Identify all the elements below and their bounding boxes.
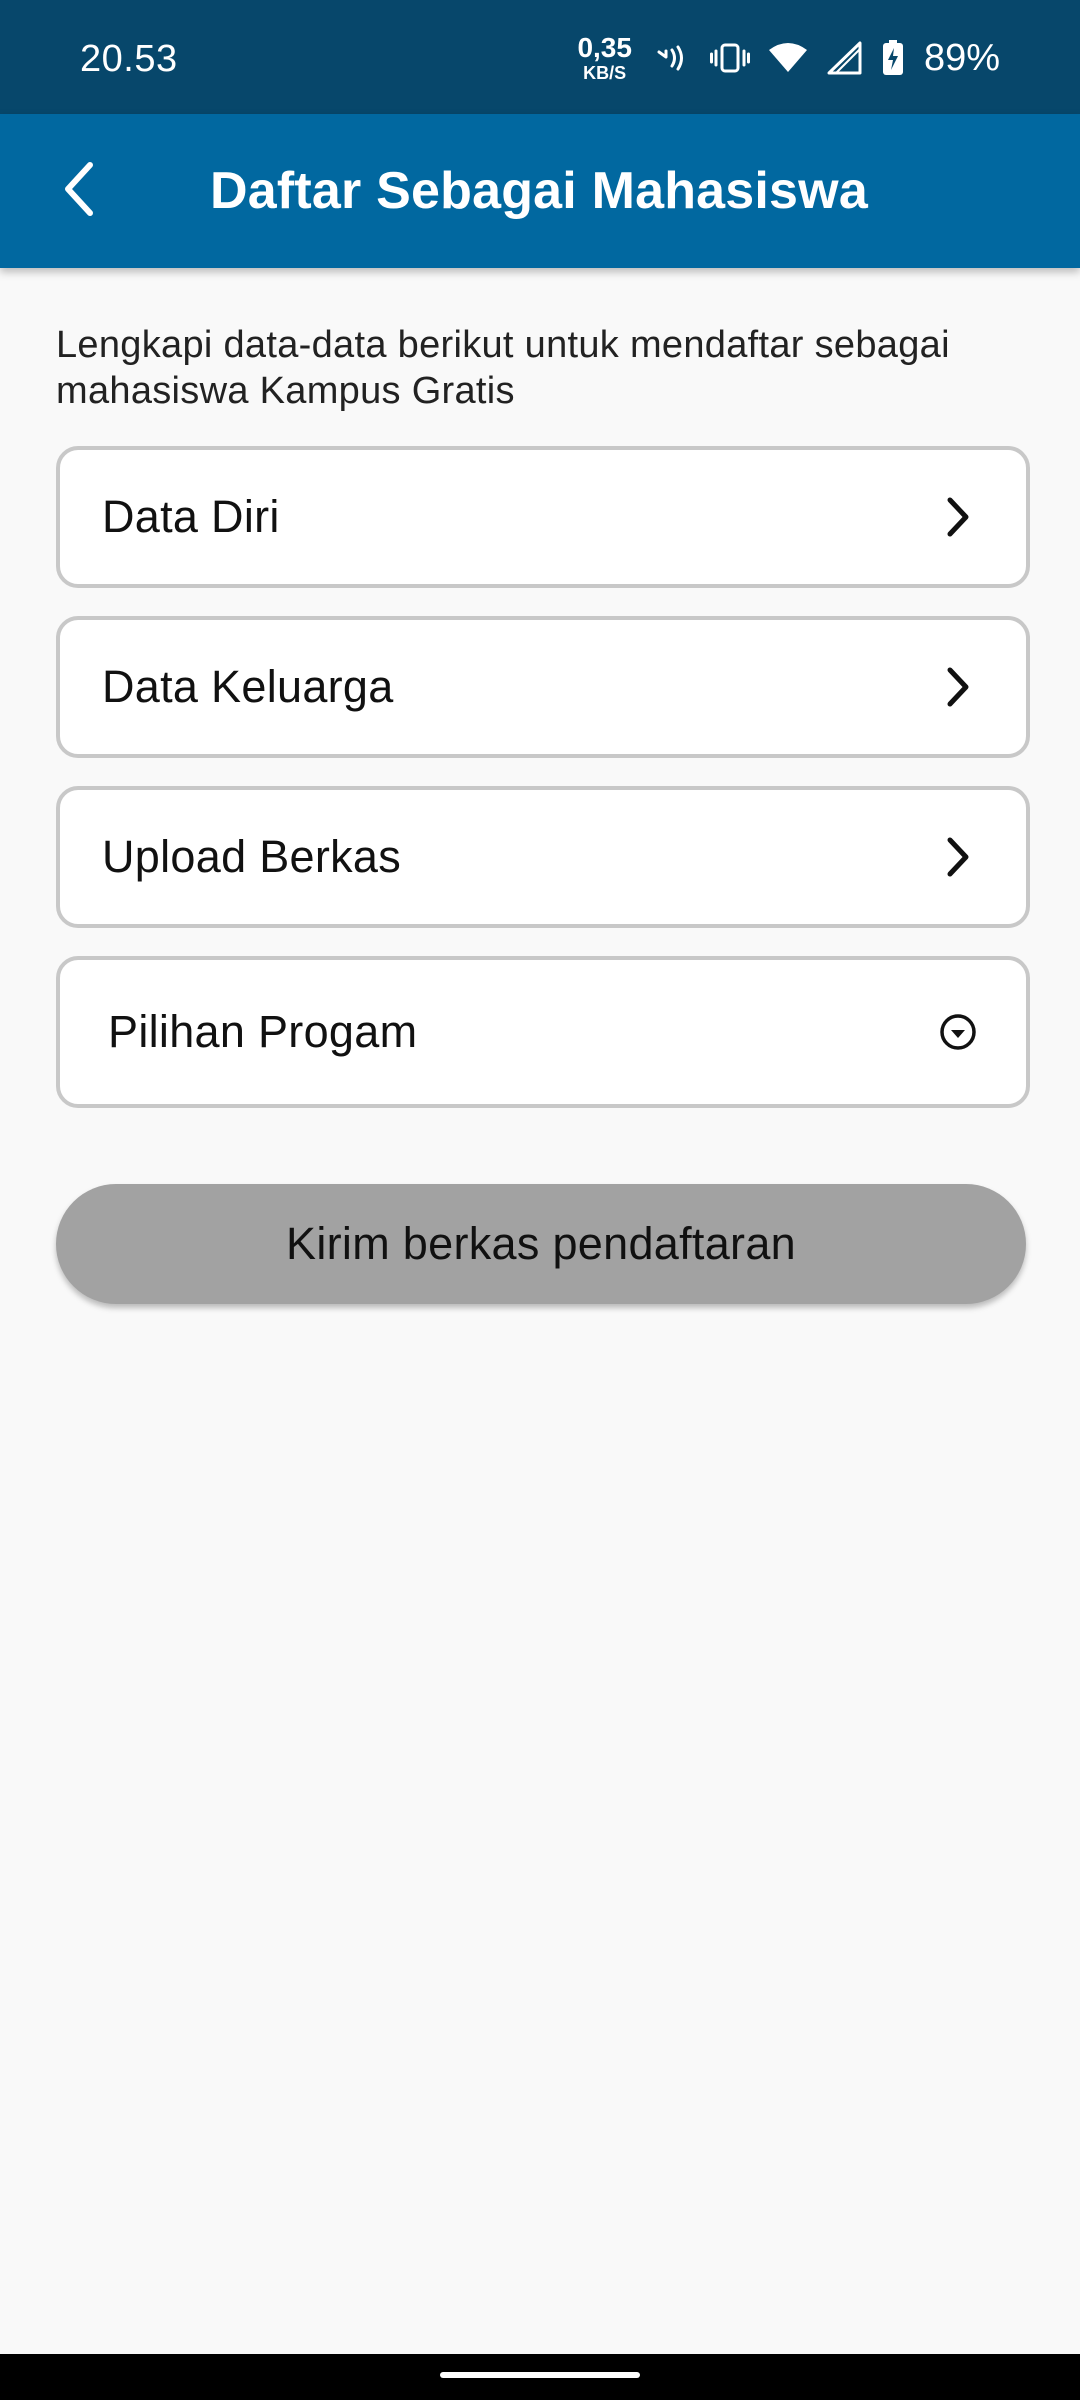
status-icons: 0,35 KB/S 89%	[577, 30, 1000, 86]
back-button[interactable]	[40, 151, 120, 231]
page-title: Daftar Sebagai Mahasiswa	[210, 162, 868, 220]
menu-item-label: Upload Berkas	[102, 831, 402, 882]
chevron-right-icon	[936, 495, 980, 539]
home-indicator[interactable]	[440, 2372, 640, 2378]
vibrate-icon	[709, 41, 750, 75]
submit-registration-button[interactable]: Kirim berkas pendaftaran	[56, 1184, 1026, 1304]
status-bar: 20.53 0,35 KB/S 89%	[0, 0, 1080, 114]
menu-item-data-diri[interactable]: Data Diri	[56, 446, 1030, 588]
menu-item-label: Pilihan Progam	[108, 1006, 418, 1057]
chevron-right-icon	[936, 835, 980, 879]
intro-text: Lengkapi data-data berikut untuk mendaft…	[56, 324, 950, 412]
wifi-icon	[768, 42, 808, 74]
network-speed: 0,35 KB/S	[577, 32, 632, 83]
app-bar: Daftar Sebagai Mahasiswa	[0, 114, 1080, 268]
menu-item-label: Data Keluarga	[102, 661, 394, 712]
battery-charging-icon	[882, 40, 904, 76]
menu-item-upload-berkas[interactable]: Upload Berkas	[56, 786, 1030, 928]
cell-signal-icon	[826, 41, 864, 75]
battery-percent: 89%	[923, 36, 1000, 79]
status-time: 20.53	[80, 38, 178, 80]
network-speed-value: 0,35	[577, 32, 632, 63]
navigation-bar	[0, 2354, 1080, 2400]
menu-item-label: Data Diri	[102, 491, 280, 542]
nfc-icon	[656, 43, 692, 73]
menu-item-data-keluarga[interactable]: Data Keluarga	[56, 616, 1030, 758]
chevron-down-circle-icon	[936, 1010, 980, 1054]
chevron-right-icon	[936, 665, 980, 709]
network-speed-unit: KB/S	[583, 63, 627, 83]
menu-item-pilihan-progam[interactable]: Pilihan Progam	[56, 956, 1030, 1108]
back-arrow-icon	[60, 161, 100, 222]
